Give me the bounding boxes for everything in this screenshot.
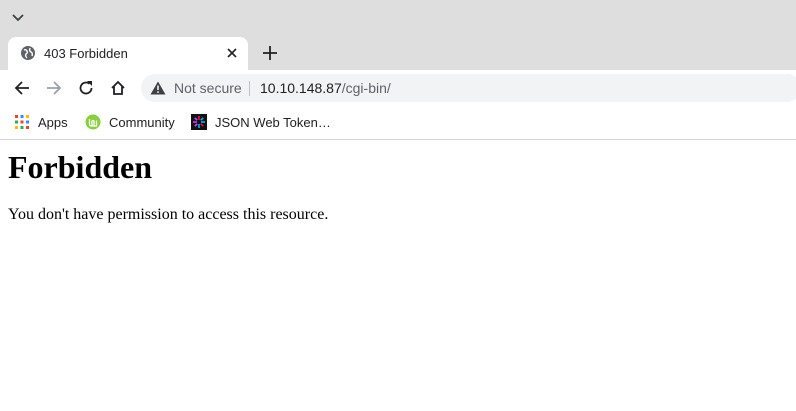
jwt-icon [191,114,207,130]
bookmark-apps[interactable]: Apps [14,113,68,131]
error-message: You don't have permission to access this… [8,206,329,223]
bookmark-label: Apps [38,114,68,130]
bookmarks-bar: Apps Community JSON Web Token… [0,106,796,140]
globe-icon [20,45,36,61]
url-path: /cgi-bin/ [341,80,391,96]
url-text[interactable]: 10.10.148.87/cgi-bin/ [260,80,391,96]
page-content: Forbidden You don't have permission to a… [0,140,796,411]
url-host: 10.10.148.87 [260,80,342,96]
address-divider [249,81,250,96]
bookmark-jwt[interactable]: JSON Web Token… [191,113,331,131]
home-icon[interactable] [107,77,129,99]
apps-grid-icon [14,114,30,130]
back-arrow-icon[interactable] [11,77,33,99]
page-heading: Forbidden [8,149,153,185]
security-status-label[interactable]: Not secure [174,80,242,96]
browser-toolbar: Not secure 10.10.148.87/cgi-bin/ [0,70,796,106]
warning-triangle-icon[interactable] [150,81,166,95]
forward-arrow-icon[interactable] [43,77,65,99]
bookmark-community[interactable]: Community [85,113,175,131]
tab-title: 403 Forbidden [44,46,128,61]
tab-search-chevron-icon[interactable] [8,8,28,28]
bookmark-label: JSON Web Token… [215,114,331,130]
address-bar[interactable]: Not secure 10.10.148.87/cgi-bin/ [141,74,796,102]
active-tab[interactable]: 403 Forbidden [8,37,248,70]
reload-icon[interactable] [75,77,97,99]
tab-strip: 403 Forbidden [0,0,796,70]
linux-mint-icon [85,114,101,130]
new-tab-plus-icon[interactable] [259,42,281,64]
tab-close-icon[interactable] [224,45,240,61]
bookmark-label: Community [109,114,175,130]
